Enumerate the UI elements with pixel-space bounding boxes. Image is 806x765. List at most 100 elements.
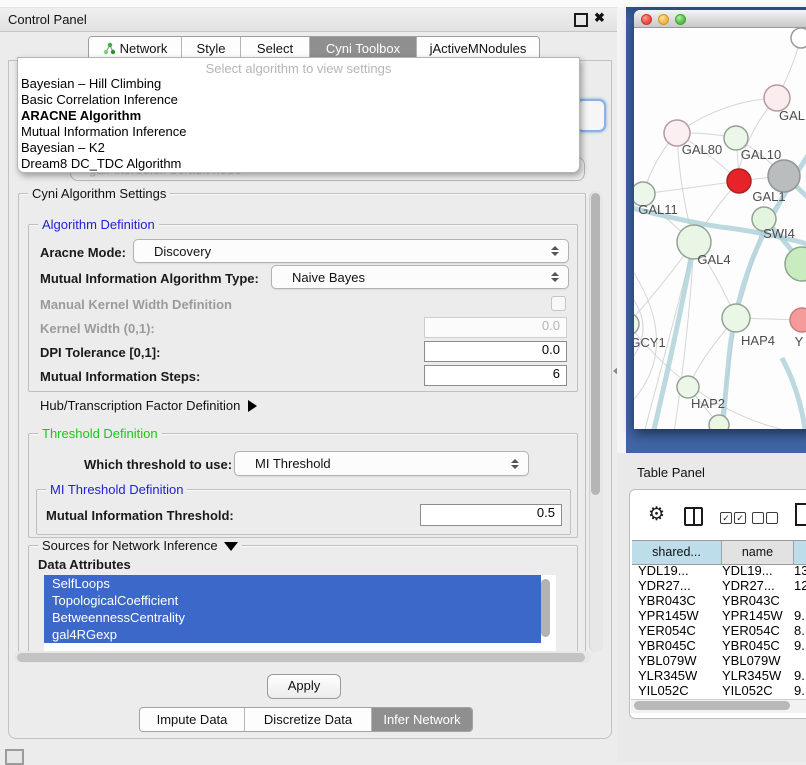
network-canvas[interactable]: GALGAL80GAL10GAL1GAL11SWI4GAL4GCY1HAP4YH… <box>634 28 806 429</box>
column-header-shared-name[interactable]: shared... <box>632 541 722 564</box>
mac-close-icon[interactable] <box>641 14 652 25</box>
table-row[interactable]: YBR043CYBR043C <box>632 593 806 608</box>
table-body: YDL19...YDL19...13 YDR27...YDR27...12 YB… <box>632 563 806 699</box>
node-green-right[interactable] <box>785 247 806 281</box>
cell: YDL19... <box>632 563 722 578</box>
node-gray-node[interactable] <box>768 160 800 192</box>
manual-kernel-checkbox[interactable] <box>551 296 566 311</box>
checked-box-icon[interactable]: ✓ <box>720 512 732 524</box>
sources-title[interactable]: Sources for Network Inference <box>38 538 242 553</box>
algorithm-option[interactable]: Bayesian – K2 <box>18 140 579 156</box>
cell: 9. <box>794 668 806 683</box>
network-edge[interactable] <box>643 181 739 194</box>
mi-type-combo[interactable]: Naive Bayes <box>271 265 569 289</box>
cell: 8. <box>794 623 806 638</box>
control-panel-title: Control Panel <box>8 12 87 27</box>
cell: 13 <box>794 563 806 578</box>
network-edge[interactable] <box>634 258 657 410</box>
table-row[interactable]: YPR145WYPR145W9. <box>632 608 806 623</box>
gear-icon[interactable]: ⚙ <box>648 505 665 524</box>
table-header-row: shared... name A <box>632 540 806 565</box>
apply-button[interactable]: Apply <box>267 674 341 699</box>
column-header-third[interactable]: A <box>794 541 806 564</box>
unchecked-box-icon[interactable] <box>766 512 778 524</box>
mi-threshold-input[interactable]: 0.5 <box>420 504 562 526</box>
node-label-gal-partial: GAL <box>779 108 805 123</box>
cell: YDR27... <box>722 578 794 593</box>
list-item[interactable]: SelfLoops <box>44 575 541 592</box>
tab-discretize-data[interactable]: Discretize Data <box>245 708 372 731</box>
cell: YER054C <box>722 623 794 638</box>
list-item[interactable]: TopologicalCoefficient <box>44 592 541 609</box>
aracne-mode-combo[interactable]: Discovery <box>133 239 569 263</box>
network-edge-highlighted[interactable] <box>782 358 806 429</box>
tab-impute-data[interactable]: Impute Data <box>140 708 245 731</box>
list-item[interactable]: gal4RGexp <box>44 626 541 643</box>
page-icon[interactable] <box>795 503 806 526</box>
mi-steps-input[interactable]: 6 <box>424 365 567 386</box>
column-header-name[interactable]: name <box>722 541 794 564</box>
algorithm-option[interactable]: Dream8 DC_TDC Algorithm <box>18 156 579 172</box>
cell: YLR345W <box>722 668 794 683</box>
network-tab-icon <box>103 42 116 55</box>
table-horizontal-scrollbar-thumb[interactable] <box>634 701 790 710</box>
node-hap4[interactable] <box>722 304 750 332</box>
dpi-tolerance-input[interactable]: 0.0 <box>424 341 567 362</box>
node-label-gal11: GAL11 <box>638 202 678 217</box>
sources-title-label: Sources for Network Inference <box>42 538 218 553</box>
table-row[interactable]: YBL079WYBL079W <box>632 653 806 668</box>
aracne-mode-value: Discovery <box>134 244 211 259</box>
which-threshold-combo[interactable]: MI Threshold <box>234 451 529 476</box>
collapse-down-icon[interactable] <box>224 542 238 551</box>
close-icon[interactable]: ✖ <box>594 10 605 26</box>
algorithm-option[interactable]: Bayesian – Hill Climbing <box>18 76 579 92</box>
table-row[interactable]: YER054CYER054C8. <box>632 623 806 638</box>
hub-definition-expander[interactable]: Hub/Transcription Factor Definition <box>40 398 257 413</box>
hub-definition-label: Hub/Transcription Factor Definition <box>40 398 240 413</box>
checked-box-icon[interactable]: ✓ <box>734 512 746 524</box>
settings-horizontal-scrollbar-thumb[interactable] <box>17 653 585 662</box>
cell: YIL052C <box>722 683 794 698</box>
algorithm-dropdown-placeholder: Select algorithm to view settings <box>18 61 579 76</box>
network-window[interactable]: GALGAL80GAL10GAL1GAL11SWI4GAL4GCY1HAP4YH… <box>634 10 806 429</box>
tab-infer-network[interactable]: Infer Network <box>372 708 472 731</box>
node-label-gal10: GAL10 <box>741 147 781 162</box>
algorithm-option[interactable]: Basic Correlation Inference <box>18 92 579 108</box>
table-row[interactable]: YIL052CYIL052C9. <box>632 683 806 698</box>
collapsed-panel-icon[interactable] <box>5 749 24 765</box>
list-item[interactable]: BetweennessCentrality <box>44 609 541 626</box>
unchecked-box-icon[interactable] <box>752 512 764 524</box>
network-svg: GALGAL80GAL10GAL1GAL11SWI4GAL4GCY1HAP4YH… <box>634 28 806 429</box>
algorithm-combo-partial[interactable] <box>576 99 606 132</box>
node-label-hap2: HAP2 <box>691 396 725 411</box>
node-label-salmon-node: Y <box>795 334 804 349</box>
network-edge[interactable] <box>677 98 777 133</box>
list-vertical-scrollbar[interactable] <box>541 579 550 637</box>
cell: YBL079W <box>632 653 722 668</box>
mac-minimize-icon[interactable] <box>658 14 669 25</box>
table-row[interactable]: YLR345WYLR345W9. <box>632 668 806 683</box>
combo-spinner-icon <box>511 459 519 469</box>
node-bottom-node[interactable] <box>709 415 729 429</box>
node-gal1[interactable] <box>727 169 751 193</box>
node-top-white[interactable] <box>791 28 806 48</box>
cell: YBR045C <box>722 638 794 653</box>
table-row[interactable]: YDL19...YDL19...13 <box>632 563 806 578</box>
data-attributes-list: SelfLoops TopologicalCoefficient Between… <box>44 575 556 651</box>
float-window-icon[interactable] <box>574 13 588 27</box>
algorithm-option[interactable]: Mutual Information Inference <box>18 124 579 140</box>
kernel-width-input[interactable]: 0.0 <box>424 317 567 338</box>
cell: YBR043C <box>632 593 722 608</box>
node-salmon-node[interactable] <box>790 308 806 332</box>
node-hap2[interactable] <box>677 376 699 398</box>
algorithm-option-selected[interactable]: ARACNE Algorithm <box>18 108 579 124</box>
table-row[interactable]: YBR045CYBR045C9. <box>632 638 806 653</box>
network-window-titlebar[interactable] <box>634 10 806 28</box>
table-row[interactable]: YDR27...YDR27...12 <box>632 578 806 593</box>
node-gcy1[interactable] <box>634 313 639 335</box>
columns-icon[interactable] <box>684 507 703 526</box>
settings-vertical-scrollbar-thumb[interactable] <box>591 193 600 495</box>
expand-right-icon[interactable] <box>248 400 257 412</box>
combo-spinner-icon <box>551 272 559 282</box>
mac-zoom-icon[interactable] <box>675 14 686 25</box>
